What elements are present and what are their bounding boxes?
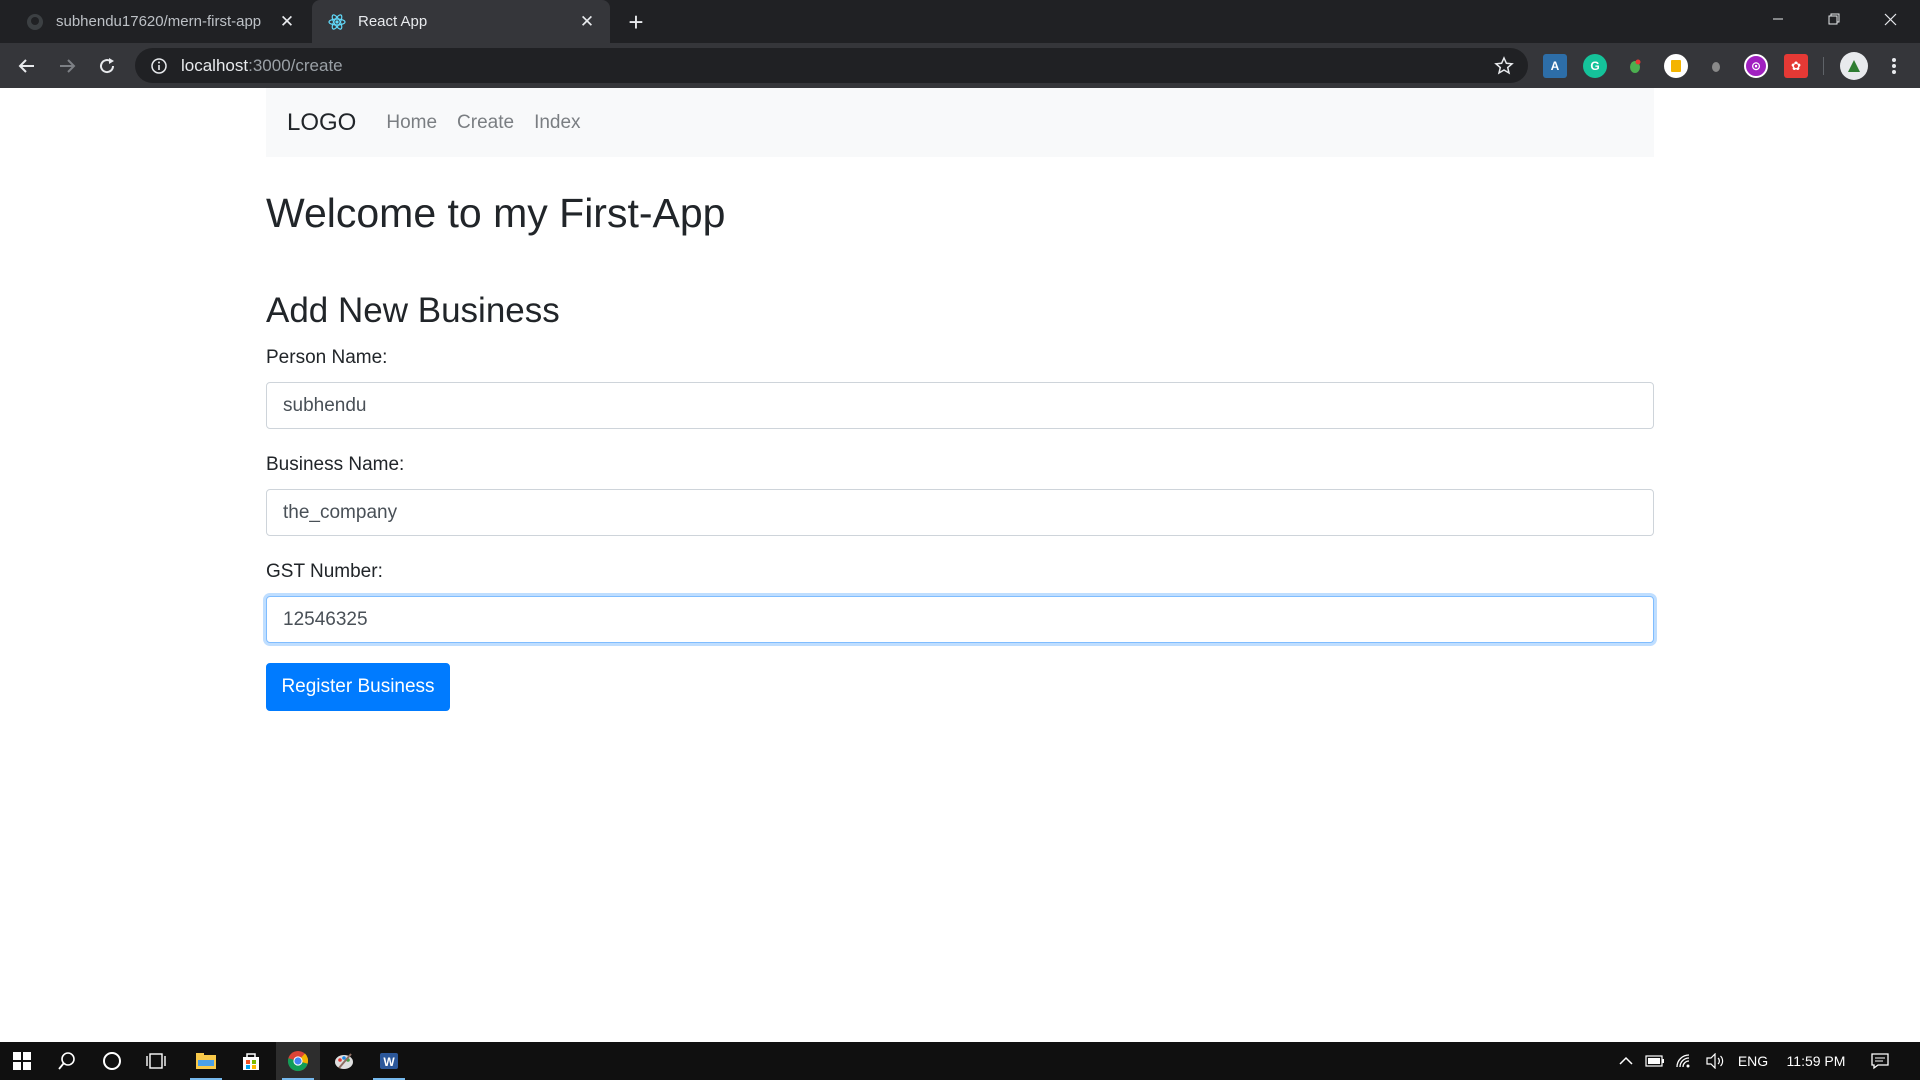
site-info-icon[interactable] — [149, 56, 169, 76]
svg-text:W: W — [383, 1055, 395, 1069]
url-path: :3000/create — [248, 55, 343, 75]
restore-window-icon[interactable] — [1806, 0, 1862, 38]
person-name-input[interactable] — [266, 382, 1654, 429]
page-title: Welcome to my First-App — [266, 190, 726, 236]
browser-tab-strip: subhendu17620/mern-first-app ✕ React App… — [0, 0, 1920, 43]
file-explorer-icon[interactable] — [184, 1042, 228, 1080]
toolbar-divider — [1823, 57, 1824, 75]
ext-red-icon[interactable]: ✿ — [1784, 54, 1808, 78]
browser-tab-github[interactable]: subhendu17620/mern-first-app ✕ — [10, 0, 310, 43]
ext-leaf-icon[interactable] — [1623, 54, 1647, 78]
gst-number-label: GST Number: — [266, 561, 383, 582]
gst-number-input[interactable] — [266, 596, 1654, 643]
url-text: localhost:3000/create — [181, 56, 343, 76]
wifi-icon[interactable] — [1672, 1042, 1698, 1080]
close-tab-icon[interactable]: ✕ — [276, 11, 298, 33]
close-window-icon[interactable] — [1862, 0, 1918, 38]
react-icon — [328, 13, 346, 31]
paint-icon[interactable] — [322, 1042, 366, 1080]
word-icon[interactable]: W — [367, 1042, 411, 1080]
chrome-icon[interactable] — [276, 1042, 320, 1080]
store-icon[interactable] — [229, 1042, 273, 1080]
nav-link-home[interactable]: Home — [386, 112, 437, 134]
form-title: Add New Business — [266, 291, 560, 330]
page-content: LOGO Home Create Index Welcome to my Fir… — [0, 88, 1920, 1042]
minimize-window-icon[interactable] — [1750, 0, 1806, 38]
windows-start-icon[interactable] — [0, 1042, 44, 1080]
back-arrow-icon[interactable] — [12, 51, 42, 81]
battery-icon[interactable] — [1642, 1042, 1668, 1080]
volume-icon[interactable] — [1702, 1042, 1728, 1080]
github-icon — [26, 13, 44, 31]
close-tab-icon[interactable]: ✕ — [576, 11, 598, 33]
tab-title: React App — [358, 13, 428, 30]
business-name-input[interactable] — [266, 489, 1654, 536]
search-icon[interactable] — [45, 1042, 89, 1080]
ext-note-icon[interactable] — [1664, 54, 1688, 78]
nav-link-index[interactable]: Index — [534, 112, 580, 134]
profile-avatar-icon[interactable] — [1840, 52, 1868, 80]
action-center-notification-icon[interactable] — [1864, 1042, 1896, 1080]
windows-taskbar: W ENG 11:59 PM — [0, 1042, 1920, 1080]
business-name-label: Business Name: — [266, 454, 405, 475]
forward-arrow-icon[interactable] — [52, 51, 82, 81]
ext-a-icon[interactable]: A — [1543, 54, 1567, 78]
app-navbar: LOGO Home Create Index — [266, 88, 1654, 157]
browser-toolbar: localhost:3000/create A G ⊙ ✿ — [0, 43, 1920, 88]
clock-time[interactable]: 11:59 PM — [1780, 1042, 1852, 1080]
url-host: localhost — [181, 55, 249, 75]
grammarly-icon[interactable]: G — [1583, 54, 1607, 78]
show-hidden-icons-chevron-icon[interactable] — [1613, 1042, 1639, 1080]
bookmark-star-icon[interactable] — [1492, 54, 1516, 78]
task-view-icon[interactable] — [134, 1042, 178, 1080]
navbar-brand-logo[interactable]: LOGO — [287, 109, 356, 137]
tab-title: subhendu17620/mern-first-app — [56, 13, 262, 30]
nav-link-create[interactable]: Create — [457, 112, 514, 134]
register-business-button[interactable]: Register Business — [266, 663, 450, 711]
chrome-menu-icon[interactable] — [1879, 51, 1909, 81]
reload-icon[interactable] — [92, 51, 122, 81]
cortana-icon[interactable] — [90, 1042, 134, 1080]
address-bar[interactable]: localhost:3000/create — [135, 48, 1528, 83]
ext-grey-icon[interactable] — [1704, 54, 1728, 78]
ext-purple-icon[interactable]: ⊙ — [1744, 54, 1768, 78]
person-name-label: Person Name: — [266, 347, 388, 368]
input-language-indicator[interactable]: ENG — [1733, 1042, 1773, 1080]
new-tab-icon[interactable]: + — [622, 7, 650, 37]
browser-tab-react-app[interactable]: React App ✕ — [312, 0, 610, 43]
